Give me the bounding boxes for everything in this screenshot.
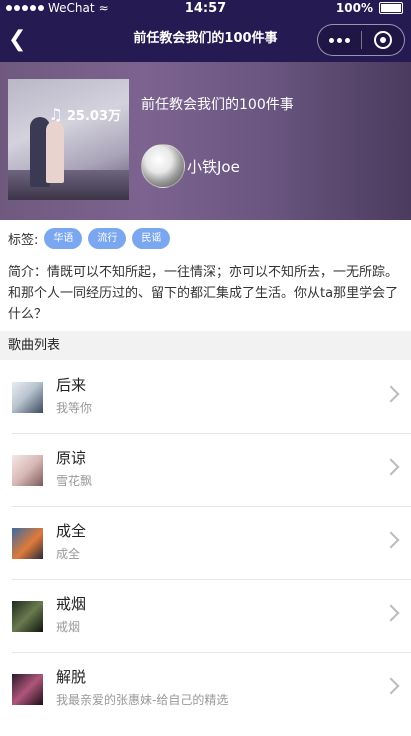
song-item[interactable]: 成全 成全 — [12, 506, 411, 580]
battery-indicator: 100% — [336, 1, 403, 15]
song-list-title: 歌曲列表 — [8, 338, 61, 353]
avatar[interactable] — [141, 144, 185, 188]
song-artist: 成全 — [56, 547, 81, 561]
close-icon[interactable] — [361, 25, 404, 55]
creator-name: 小铁Joe — [187, 157, 240, 176]
more-icon[interactable] — [318, 25, 361, 55]
playlist-title: 前任教会我们的100件事 — [141, 97, 294, 113]
song-cover — [12, 674, 43, 705]
battery-icon — [379, 2, 403, 14]
song-item[interactable]: 解脱 我最亲爱的张惠妹-给自己的精选 — [12, 652, 411, 736]
song-name: 戒烟 — [56, 595, 87, 613]
song-name: 解脱 — [56, 668, 87, 686]
chevron-right-icon — [382, 677, 400, 695]
song-artist: 我最亲爱的张惠妹-给自己的精选 — [56, 693, 229, 707]
chevron-right-icon — [382, 604, 400, 622]
chevron-right-icon — [382, 458, 400, 476]
nav-bar: ❮ 前任教会我们的100件事 — [0, 18, 411, 62]
song-item[interactable]: 后来 我等你 — [12, 360, 411, 434]
play-count-value: 25.03万 — [66, 109, 121, 124]
battery-text: 100% — [335, 1, 373, 15]
song-name: 成全 — [56, 522, 87, 540]
playlist-header: ♫ 25.03万 前任教会我们的100件事 小铁Joe — [0, 62, 411, 220]
tag-chip[interactable]: 华语 — [44, 228, 83, 249]
status-bar: WeChat ≈ 14:57 100% — [0, 0, 411, 18]
song-name: 原谅 — [56, 449, 87, 467]
music-note-icon: ♫ — [48, 104, 63, 124]
tags-label: 标签: — [8, 233, 39, 248]
song-cover — [12, 528, 43, 559]
song-item[interactable]: 戒烟 戒烟 — [12, 579, 411, 653]
song-item[interactable]: 原谅 雪花飘 — [12, 433, 411, 507]
song-cover — [12, 455, 43, 486]
tags-row: 标签: 华语 流行 民谣 — [8, 228, 176, 249]
tag-chip[interactable]: 民谣 — [132, 228, 171, 249]
chevron-right-icon — [382, 385, 400, 403]
chevron-right-icon — [382, 531, 400, 549]
song-artist: 戒烟 — [56, 620, 81, 634]
song-cover — [12, 601, 43, 632]
playlist-cover[interactable]: ♫ 25.03万 — [8, 79, 129, 200]
playlist-description: 简介：情既可以不知所起，一往情深；亦可以不知所去，一无所踪。和那个人一同经历过的… — [8, 265, 399, 322]
play-count: ♫ 25.03万 — [49, 105, 121, 124]
song-artist: 雪花飘 — [56, 474, 93, 488]
song-artist: 我等你 — [56, 401, 93, 415]
song-list-header: 歌曲列表 — [0, 331, 411, 360]
song-cover — [12, 382, 43, 413]
creator[interactable]: 小铁Joe — [141, 144, 240, 188]
song-name: 后来 — [56, 376, 87, 394]
mini-program-capsule — [317, 24, 405, 56]
tag-chip[interactable]: 流行 — [88, 228, 127, 249]
